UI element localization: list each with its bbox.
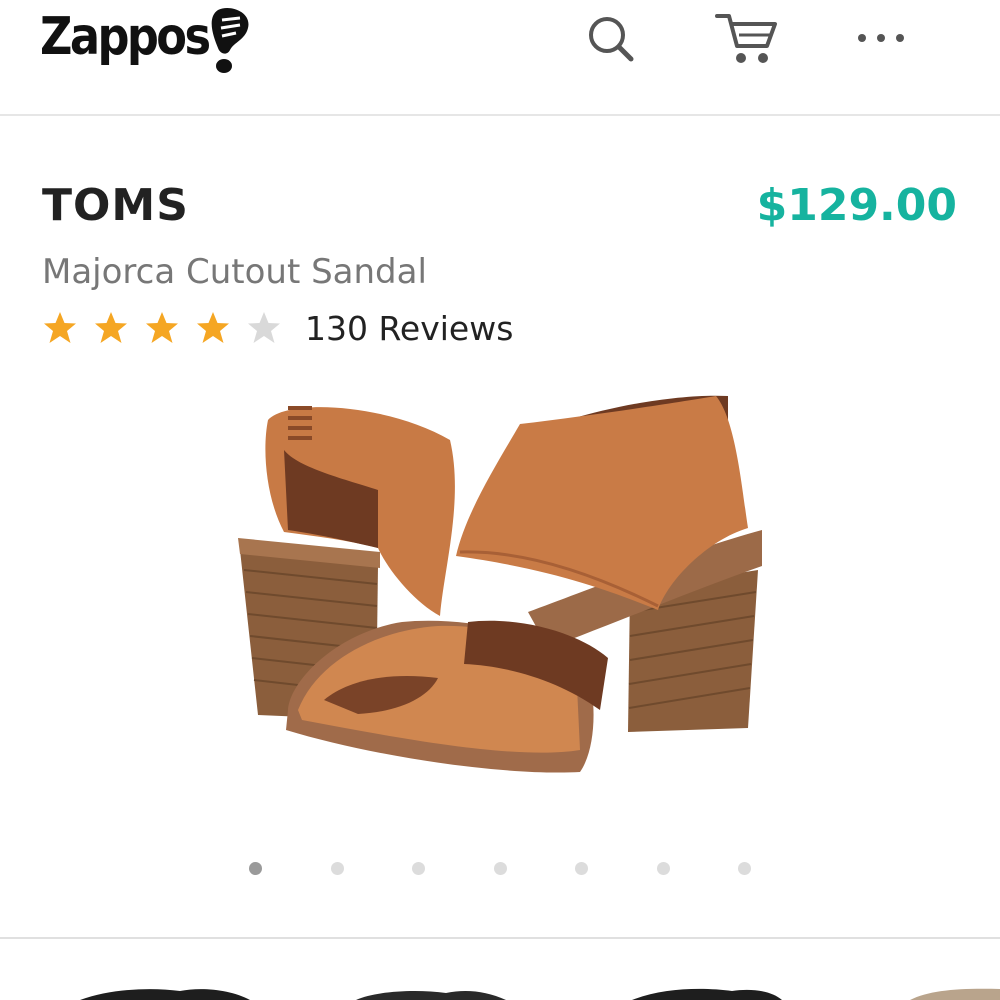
- star-rating: [42, 310, 297, 346]
- logo-text: Zappos: [40, 7, 211, 67]
- app-header: Zappos: [0, 0, 1000, 116]
- search-button[interactable]: [580, 8, 640, 68]
- product-rating[interactable]: 130 Reviews: [42, 305, 513, 351]
- carousel-dot[interactable]: [330, 862, 344, 875]
- product-name: Majorca Cutout Sandal: [42, 252, 427, 292]
- logo-footprint-icon: [211, 8, 249, 73]
- product-brand[interactable]: TOMS: [42, 180, 189, 231]
- reviews-link[interactable]: 130 Reviews: [305, 309, 513, 348]
- more-options-button[interactable]: [852, 8, 912, 68]
- carousel-dot[interactable]: [656, 862, 670, 875]
- cart-icon: [715, 14, 777, 63]
- carousel-dot[interactable]: [493, 862, 507, 875]
- carousel-dot[interactable]: [412, 862, 425, 875]
- carousel-dot[interactable]: [738, 862, 751, 875]
- product-price: $129.00: [756, 180, 957, 231]
- star-filled-icon: [146, 312, 178, 343]
- section-divider: [0, 937, 1000, 939]
- carousel-dot[interactable]: [575, 862, 588, 875]
- star-filled-icon: [95, 312, 127, 343]
- zappos-logo[interactable]: Zappos: [40, 2, 249, 73]
- related-product-thumbnail[interactable]: [356, 985, 506, 1000]
- star-filled-icon: [197, 312, 229, 343]
- search-icon: [589, 17, 634, 62]
- related-product-thumbnail[interactable]: [80, 985, 250, 1000]
- star-filled-icon: [44, 312, 76, 343]
- more-icon: [858, 34, 904, 42]
- related-product-thumbnail[interactable]: [632, 985, 782, 1000]
- product-image[interactable]: [228, 380, 768, 780]
- carousel-dot[interactable]: [249, 862, 262, 875]
- star-empty-icon: [248, 312, 280, 343]
- image-carousel-indicators: [0, 858, 1000, 878]
- related-product-thumbnail[interactable]: [900, 985, 1000, 1000]
- cart-button[interactable]: [715, 8, 777, 68]
